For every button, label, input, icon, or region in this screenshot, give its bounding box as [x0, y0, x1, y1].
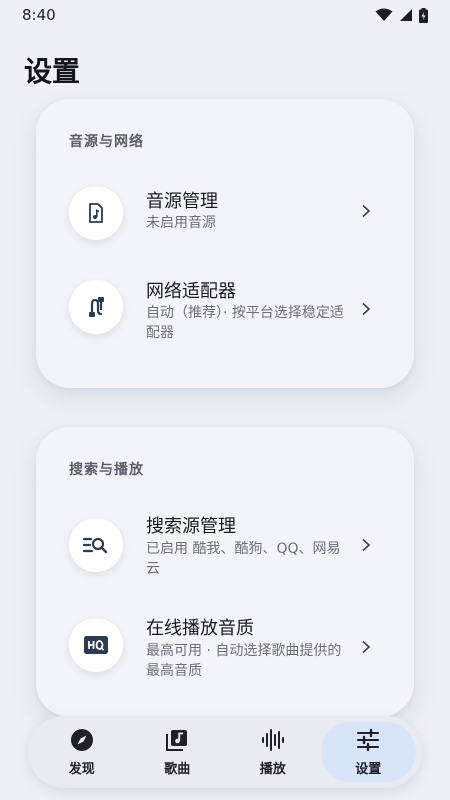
hq-icon	[69, 618, 123, 672]
section-card-search-playback: 搜索与播放 搜索源管理 已启用 酷我、酷狗、QQ、网易云 在线播放音质 最高可用…	[36, 427, 414, 717]
online-playback-quality-row[interactable]: 在线播放音质 最高可用 · 自动选择歌曲提供的最高音质	[36, 613, 414, 683]
sliders-icon	[357, 728, 380, 751]
row-title: 在线播放音质	[146, 618, 254, 639]
network-adapter-row[interactable]: 网络适配器 自动（推荐）· 按平台选择稳定适配器	[36, 275, 414, 345]
page-title: 设置	[24, 55, 81, 88]
search-list-icon	[69, 518, 123, 572]
chevron-right-icon	[362, 302, 371, 316]
chevron-right-icon	[362, 640, 371, 654]
nav-item-discover[interactable]: 发现	[34, 722, 130, 782]
audio-source-management-row[interactable]: 音源管理 未启用音源	[36, 183, 414, 243]
cable-icon	[69, 280, 123, 334]
nav-item-songs[interactable]: 歌曲	[130, 722, 226, 782]
row-title: 网络适配器	[146, 281, 236, 302]
chevron-right-icon	[362, 204, 371, 218]
row-subtitle: 自动（推荐）· 按平台选择稳定适配器	[146, 305, 344, 341]
nav-label: 播放	[259, 761, 286, 777]
nav-item-playback[interactable]: 播放	[225, 722, 321, 782]
bottom-navigation: 发现 歌曲 播放 设置	[28, 716, 422, 788]
nav-item-settings[interactable]: 设置	[320, 722, 416, 782]
row-title: 音源管理	[146, 191, 218, 212]
status-time: 8:40	[22, 6, 56, 24]
signal-icon	[400, 9, 412, 21]
row-subtitle: 未启用音源	[146, 215, 216, 231]
section-card-audio-network: 音源与网络 音源管理 未启用音源 网络适配器 自动（推荐）· 按平台选择稳定适配…	[36, 99, 414, 388]
nav-label: 设置	[355, 761, 382, 777]
waveform-icon	[261, 728, 284, 751]
nav-label: 发现	[68, 761, 95, 777]
chevron-right-icon	[362, 538, 371, 552]
row-title: 搜索源管理	[146, 516, 236, 537]
status-bar: 8:40	[0, 0, 450, 30]
wifi-icon	[375, 8, 393, 21]
section-header: 搜索与播放	[69, 462, 144, 478]
music-file-icon	[69, 186, 123, 240]
compass-icon	[70, 728, 93, 751]
battery-icon	[419, 7, 428, 23]
nav-label: 歌曲	[164, 761, 191, 777]
status-icons	[375, 7, 428, 23]
search-source-management-row[interactable]: 搜索源管理 已启用 酷我、酷狗、QQ、网易云	[36, 511, 414, 581]
music-library-icon	[166, 729, 188, 751]
row-subtitle: 最高可用 · 自动选择歌曲提供的最高音质	[146, 643, 342, 679]
section-header: 音源与网络	[69, 134, 144, 150]
row-subtitle: 已启用 酷我、酷狗、QQ、网易云	[146, 541, 341, 577]
